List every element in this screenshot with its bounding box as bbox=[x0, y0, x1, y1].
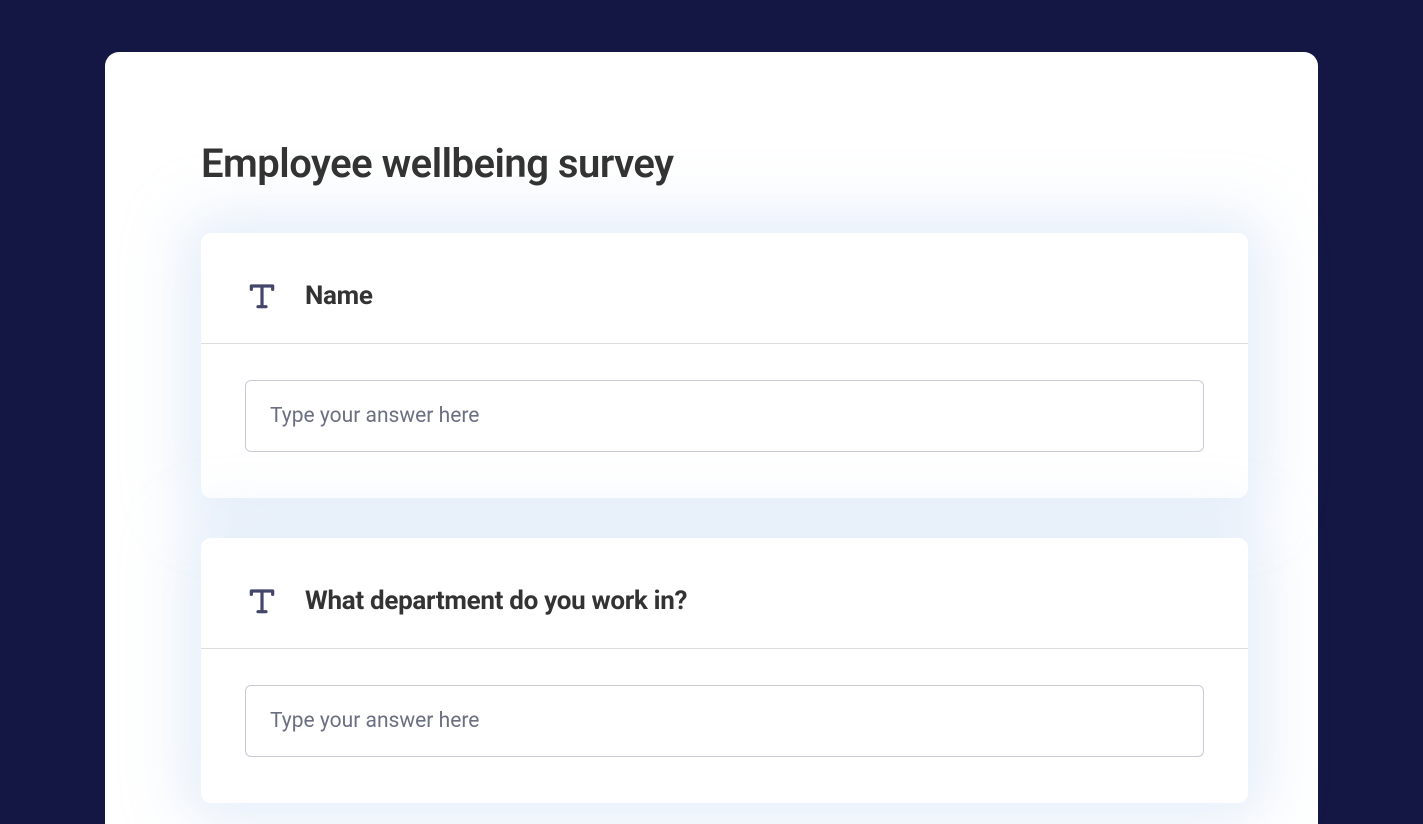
text-type-icon bbox=[245, 584, 279, 618]
question-card: What department do you work in? bbox=[201, 538, 1248, 803]
text-type-icon bbox=[245, 279, 279, 313]
question-card: Name bbox=[201, 233, 1248, 498]
form-title: Employee wellbeing survey bbox=[201, 140, 1248, 187]
question-body bbox=[201, 649, 1248, 803]
form-container: Employee wellbeing survey Name bbox=[105, 52, 1318, 824]
question-header: What department do you work in? bbox=[201, 538, 1248, 649]
answer-input-name[interactable] bbox=[245, 380, 1204, 452]
question-header: Name bbox=[201, 233, 1248, 344]
question-body bbox=[201, 344, 1248, 498]
answer-input-department[interactable] bbox=[245, 685, 1204, 757]
question-label: What department do you work in? bbox=[305, 586, 687, 616]
question-label: Name bbox=[305, 281, 373, 311]
